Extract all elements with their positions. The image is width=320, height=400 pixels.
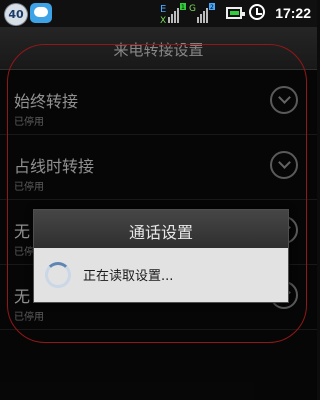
svg-text:2: 2 [210, 4, 214, 11]
svg-text:G: G [189, 4, 196, 14]
signal-icon: E X 1 G 2 [160, 3, 215, 24]
battery-icon [226, 7, 245, 19]
status-bar: 40 E X 1 G 2 17:22 [0, 0, 317, 27]
alarm-icon [249, 4, 265, 20]
loading-spinner-icon [45, 262, 71, 288]
dialog-title: 通话设置 [128, 223, 193, 242]
svg-text:E: E [160, 4, 166, 15]
notification-badge: 40 [4, 3, 28, 26]
svg-text:1: 1 [181, 4, 185, 11]
dialog-body: 正在读取设置... [34, 248, 288, 302]
svg-text:X: X [160, 16, 166, 24]
loading-dialog: 通话设置 正在读取设置... [33, 209, 289, 303]
dialog-header: 通话设置 [34, 210, 288, 248]
status-time: 17:22 [275, 5, 311, 21]
chat-icon [30, 3, 52, 23]
dialog-message: 正在读取设置... [83, 269, 174, 284]
